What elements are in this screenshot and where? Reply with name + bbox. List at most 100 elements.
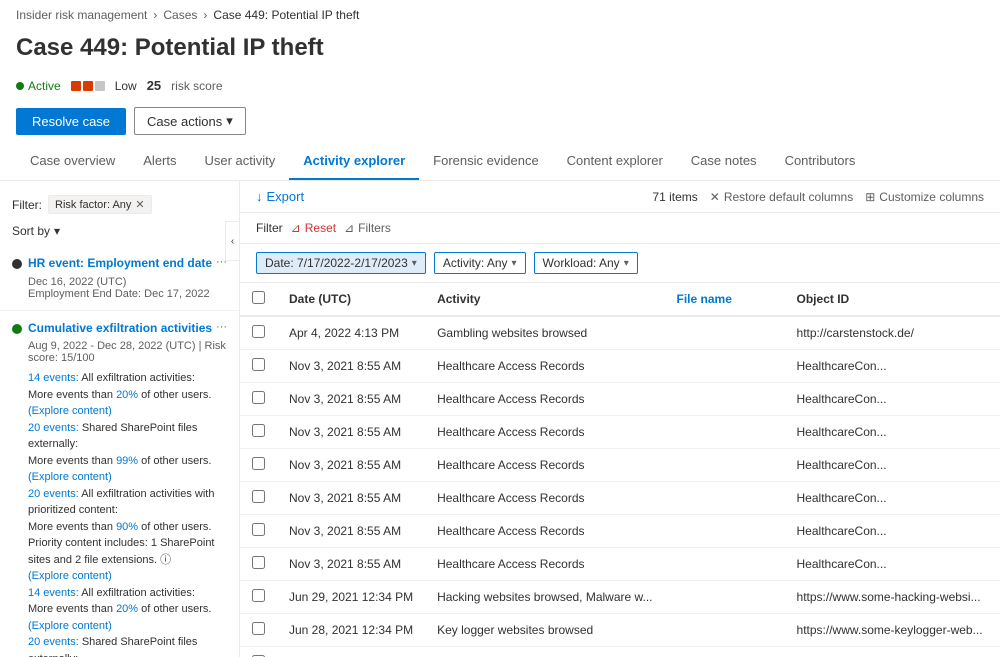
explore-link-3[interactable]: (Explore content): [28, 570, 112, 582]
row-select-0[interactable]: [252, 325, 265, 338]
select-all-checkbox[interactable]: [252, 291, 265, 304]
row-checkbox-3[interactable]: [240, 416, 277, 449]
event-body-link-9[interactable]: 20 events:: [28, 636, 79, 648]
tab-activity-explorer[interactable]: Activity explorer: [289, 143, 419, 180]
filter-pill-workload-label: Workload: Any: [543, 256, 620, 270]
tab-case-notes[interactable]: Case notes: [677, 143, 771, 180]
row-checkbox-1[interactable]: [240, 350, 277, 383]
row-workload-7: [995, 548, 1000, 581]
explore-link-2[interactable]: (Explore content): [28, 471, 112, 483]
row-select-9[interactable]: [252, 622, 265, 635]
filter-tag-close[interactable]: ✕: [135, 198, 144, 211]
row-objectid-1: HealthcareCon...: [785, 350, 995, 383]
row-select-1[interactable]: [252, 358, 265, 371]
row-workload-4: [995, 449, 1000, 482]
reset-filter-button[interactable]: ⊿ Reset: [291, 221, 336, 235]
event-title-hr[interactable]: HR event: Employment end date: [28, 256, 216, 272]
breadcrumb-item-2[interactable]: Cases: [163, 8, 197, 22]
filter-pill-activity[interactable]: Activity: Any ▾: [434, 252, 526, 274]
row-select-7[interactable]: [252, 556, 265, 569]
event-body-link-2[interactable]: 20 events:: [28, 422, 79, 434]
row-objectid-8: https://www.some-hacking-websi...: [785, 581, 995, 614]
row-select-2[interactable]: [252, 391, 265, 404]
filter-pill-date-chevron: ▾: [412, 258, 417, 269]
sort-row[interactable]: Sort by ▾: [0, 220, 239, 246]
col-header-objectid[interactable]: Object ID: [785, 283, 995, 316]
event-title-cumulative[interactable]: Cumulative exfiltration activities: [28, 321, 216, 337]
explore-link-1[interactable]: (Explore content): [28, 405, 112, 417]
row-checkbox-9[interactable]: [240, 614, 277, 647]
resolve-case-button[interactable]: Resolve case: [16, 108, 126, 135]
breadcrumb-item-1[interactable]: Insider risk management: [16, 8, 147, 22]
row-checkbox-0[interactable]: [240, 316, 277, 350]
table-row: Nov 3, 2021 8:55 AM Healthcare Access Re…: [240, 350, 1000, 383]
breadcrumb-sep-1: ›: [153, 8, 157, 22]
row-checkbox-7[interactable]: [240, 548, 277, 581]
tab-forensic[interactable]: Forensic evidence: [419, 143, 553, 180]
tab-contributors[interactable]: Contributors: [771, 143, 870, 180]
row-checkbox-2[interactable]: [240, 383, 277, 416]
row-select-4[interactable]: [252, 457, 265, 470]
export-button[interactable]: ↓ Export: [256, 189, 304, 204]
event-more-cumulative[interactable]: ···: [216, 321, 227, 333]
row-activity-1: Healthcare Access Records: [425, 350, 664, 383]
breadcrumb: Insider risk management › Cases › Case 4…: [0, 0, 1000, 30]
row-checkbox-4[interactable]: [240, 449, 277, 482]
event-pct-3[interactable]: 99%: [116, 455, 138, 467]
row-select-8[interactable]: [252, 589, 265, 602]
row-objectid-0: http://carstenstock.de/: [785, 316, 995, 350]
filters-label: Filters: [358, 221, 391, 235]
row-select-6[interactable]: [252, 523, 265, 536]
row-activity-10: Cult websites browsed, Gambling web...: [425, 647, 664, 657]
filter-pill-activity-chevron: ▾: [512, 258, 517, 269]
event-pct-5[interactable]: 90%: [116, 521, 138, 533]
col-header-workload[interactable]: Workload: [995, 283, 1000, 316]
tab-case-overview[interactable]: Case overview: [16, 143, 129, 180]
row-objectid-4: HealthcareCon...: [785, 449, 995, 482]
row-checkbox-5[interactable]: [240, 482, 277, 515]
table-row: Nov 3, 2021 8:55 AM Healthcare Access Re…: [240, 515, 1000, 548]
table-row: Nov 3, 2021 8:55 AM Healthcare Access Re…: [240, 482, 1000, 515]
customize-columns-button[interactable]: ⊞ Customize columns: [865, 190, 984, 204]
event-pct-1[interactable]: 20%: [116, 389, 138, 401]
filter-pill-activity-label: Activity: Any: [443, 256, 508, 270]
case-actions-button[interactable]: Case actions ▾: [134, 107, 246, 135]
filters-button[interactable]: ⊿ Filters: [344, 221, 391, 235]
row-date-3: Nov 3, 2021 8:55 AM: [277, 416, 425, 449]
event-body-link-7[interactable]: 14 events:: [28, 587, 79, 599]
row-select-5[interactable]: [252, 490, 265, 503]
row-activity-5: Healthcare Access Records: [425, 482, 664, 515]
col-header-activity[interactable]: Activity: [425, 283, 664, 316]
row-activity-8: Hacking websites browsed, Malware w...: [425, 581, 664, 614]
row-workload-6: [995, 515, 1000, 548]
filter-pill-workload[interactable]: Workload: Any ▾: [534, 252, 638, 274]
row-workload-8: Endpoint: [995, 581, 1000, 614]
row-filename-8: [665, 581, 785, 614]
filter-pills: Date: 7/17/2022-2/17/2023 ▾ Activity: An…: [240, 244, 1000, 283]
filter-tag-label: Risk factor: Any: [55, 199, 131, 211]
row-date-6: Nov 3, 2021 8:55 AM: [277, 515, 425, 548]
event-date-cumulative: Aug 9, 2022 - Dec 28, 2022 (UTC) | Risk …: [28, 340, 227, 364]
tab-alerts[interactable]: Alerts: [129, 143, 190, 180]
tab-content-explorer[interactable]: Content explorer: [553, 143, 677, 180]
tab-user-activity[interactable]: User activity: [191, 143, 290, 180]
filter-tag-risk[interactable]: Risk factor: Any ✕: [48, 195, 152, 214]
filter-pill-date[interactable]: Date: 7/17/2022-2/17/2023 ▾: [256, 252, 426, 274]
filter-pill-workload-chevron: ▾: [624, 258, 629, 269]
row-checkbox-8[interactable]: [240, 581, 277, 614]
row-checkbox-6[interactable]: [240, 515, 277, 548]
restore-columns-button[interactable]: ✕ Restore default columns: [710, 190, 853, 204]
event-pct-8[interactable]: 20%: [116, 603, 138, 615]
col-header-filename[interactable]: File name: [665, 283, 785, 316]
toolbar-right: 71 items ✕ Restore default columns ⊞ Cus…: [652, 190, 984, 204]
event-body-link-0[interactable]: 14 events:: [28, 372, 79, 384]
event-body-link-4[interactable]: 20 events:: [28, 488, 79, 500]
row-checkbox-10[interactable]: [240, 647, 277, 657]
risk-score-value: 25: [147, 78, 161, 93]
col-header-date[interactable]: Date (UTC): [277, 283, 425, 316]
reset-label: Reset: [305, 221, 336, 235]
row-select-3[interactable]: [252, 424, 265, 437]
explore-link-4[interactable]: (Explore content): [28, 620, 112, 632]
collapse-panel-button[interactable]: ‹: [225, 221, 239, 261]
status-active: Active: [16, 79, 61, 93]
